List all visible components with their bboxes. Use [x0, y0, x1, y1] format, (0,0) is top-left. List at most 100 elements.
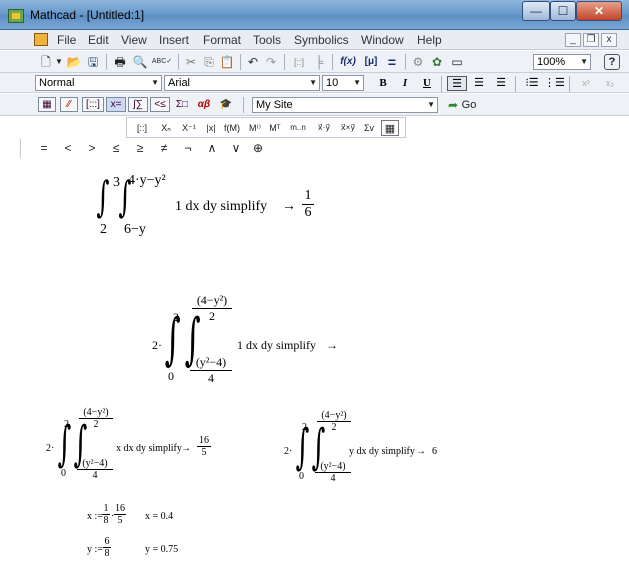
- go-button[interactable]: Go: [460, 97, 478, 113]
- new-dropdown-icon[interactable]: ▼: [55, 54, 63, 70]
- cut-icon[interactable]: ✂: [183, 54, 199, 70]
- zoom-value: 100%: [537, 56, 566, 68]
- programming-palette-icon[interactable]: Σ□: [172, 97, 192, 112]
- insert-unit-icon[interactable]: [μ]: [361, 54, 381, 70]
- insert-matrix-icon[interactable]: [::]: [289, 54, 309, 70]
- copy-icon[interactable]: ⎘: [201, 54, 217, 70]
- evaluation-palette-icon[interactable]: x=: [106, 97, 126, 112]
- toolbar-separator: [441, 76, 442, 92]
- print-icon[interactable]: 🖶: [111, 54, 129, 70]
- align-center-icon[interactable]: ☰: [469, 76, 489, 91]
- bool-equal-button[interactable]: =: [37, 140, 51, 156]
- doc-restore-button[interactable]: ❐: [583, 33, 599, 47]
- vectorize-button[interactable]: f(M): [221, 120, 243, 136]
- greater-equal-button[interactable]: ≥: [133, 140, 147, 156]
- result-value: 6: [432, 446, 437, 457]
- determinant-button[interactable]: |x|: [203, 120, 219, 136]
- paste-icon[interactable]: 📋: [219, 54, 235, 70]
- result-fraction: 1 6: [302, 188, 314, 221]
- font-size-select[interactable]: 10 ▼: [322, 75, 364, 91]
- resource-site-select[interactable]: My Site ▼: [252, 97, 438, 113]
- cross-product-button[interactable]: x⃗×y⃗: [337, 120, 359, 136]
- subscript-button[interactable]: x₂: [600, 76, 620, 91]
- menu-view[interactable]: View: [121, 33, 147, 47]
- symbolic-arrow: →: [282, 199, 296, 214]
- font-select[interactable]: Arial ▼: [164, 75, 320, 91]
- math-toolbar: ▦ ⁄⁄ [:::] x= ∫∑ <≤ Σ□ αβ 🎓 My Site ▼ ➦ …: [0, 94, 629, 116]
- picture-button[interactable]: ▦: [381, 120, 399, 136]
- menu-symbolics[interactable]: Symbolics: [294, 33, 349, 47]
- toolbar-separator: [569, 76, 570, 92]
- calculator-palette-icon[interactable]: ▦: [38, 97, 56, 112]
- style-select[interactable]: Normal ▼: [35, 75, 162, 91]
- font-value: Arial: [168, 77, 191, 89]
- vector-sum-button[interactable]: Σv: [361, 120, 377, 136]
- matrix-palette-icon[interactable]: [:::]: [82, 97, 104, 112]
- document-menu-icon[interactable]: [34, 33, 48, 46]
- superscript-button[interactable]: x²: [576, 76, 596, 91]
- component-icon[interactable]: ✿: [429, 54, 445, 70]
- transpose-button[interactable]: Mᵀ: [267, 120, 283, 136]
- not-equal-button[interactable]: ≠: [157, 140, 171, 156]
- less-than-button[interactable]: <: [61, 140, 75, 156]
- symbolic-palette-icon[interactable]: 🎓: [216, 97, 236, 112]
- align-left-icon[interactable]: ☰: [447, 76, 467, 91]
- maximize-button[interactable]: ☐: [550, 1, 576, 21]
- open-icon[interactable]: 📂: [66, 54, 82, 70]
- redo-icon[interactable]: ↷: [263, 54, 279, 70]
- window-icon[interactable]: ▭: [448, 54, 466, 70]
- greek-palette-icon[interactable]: αβ: [194, 97, 214, 112]
- lower-denominator: 4: [315, 472, 351, 484]
- menu-format[interactable]: Format: [203, 33, 241, 47]
- calculus-palette-icon[interactable]: ∫∑: [128, 97, 148, 112]
- xor-button[interactable]: ⊕: [251, 140, 265, 156]
- minimize-button[interactable]: —: [522, 1, 550, 21]
- undo-icon[interactable]: ↶: [245, 54, 261, 70]
- italic-button[interactable]: I: [395, 76, 415, 91]
- calculate-icon[interactable]: =: [384, 54, 400, 70]
- resource-icon[interactable]: ⚙: [410, 54, 426, 70]
- dot-product-button[interactable]: x⃗·y⃗: [313, 120, 335, 136]
- and-button[interactable]: ∧: [205, 140, 219, 156]
- outer-lower-limit: 0: [61, 468, 66, 479]
- bullet-list-icon[interactable]: ⁝☰: [522, 76, 542, 91]
- boolean-palette-icon[interactable]: <≤: [150, 97, 170, 112]
- spell-check-icon[interactable]: ABC✓: [151, 54, 173, 70]
- new-icon[interactable]: 🗋: [38, 54, 54, 70]
- menu-tools[interactable]: Tools: [253, 33, 281, 47]
- bold-button[interactable]: B: [373, 76, 393, 91]
- insert-function-icon[interactable]: f(x): [337, 54, 359, 70]
- menu-file[interactable]: File: [57, 33, 76, 47]
- menu-window[interactable]: Window: [361, 33, 404, 47]
- numbered-list-icon[interactable]: ⋮☰: [544, 76, 565, 91]
- graph-palette-icon[interactable]: ⁄⁄: [60, 97, 78, 112]
- inverse-button[interactable]: X⁻¹: [179, 120, 199, 136]
- save-icon[interactable]: 🖫: [85, 54, 101, 70]
- insert-region-icon[interactable]: ╞: [311, 54, 327, 70]
- column-button[interactable]: M⁽⁾: [245, 120, 265, 136]
- y-assignment: y :=: [87, 544, 103, 555]
- close-button[interactable]: ✕: [576, 1, 622, 21]
- doc-close-button[interactable]: x: [601, 33, 617, 47]
- less-equal-button[interactable]: ≤: [109, 140, 123, 156]
- range-variable-button[interactable]: m..n: [285, 120, 311, 136]
- or-button[interactable]: ∨: [229, 140, 243, 156]
- matrix-insert-button[interactable]: [::]: [133, 120, 151, 136]
- lower-numerator: (y²−4): [195, 355, 227, 369]
- menu-insert[interactable]: Insert: [159, 33, 189, 47]
- lower-denominator: 4: [77, 469, 113, 481]
- help-icon[interactable]: ?: [604, 54, 620, 70]
- menu-help[interactable]: Help: [417, 33, 442, 47]
- subscript-button[interactable]: Xₙ: [157, 120, 175, 136]
- print-preview-icon[interactable]: 🔍: [131, 54, 149, 70]
- align-right-icon[interactable]: ☰: [491, 76, 511, 91]
- go-arrow-icon[interactable]: ➦: [445, 97, 461, 113]
- greater-than-button[interactable]: >: [85, 140, 99, 156]
- toolbar-separator: [243, 97, 244, 113]
- zoom-select[interactable]: 100% ▼: [533, 54, 591, 70]
- doc-minimize-button[interactable]: _: [565, 33, 581, 47]
- not-button[interactable]: ¬: [181, 140, 195, 156]
- menu-edit[interactable]: Edit: [88, 33, 109, 47]
- outer-lower-limit: 2: [100, 222, 107, 237]
- underline-button[interactable]: U: [417, 76, 437, 91]
